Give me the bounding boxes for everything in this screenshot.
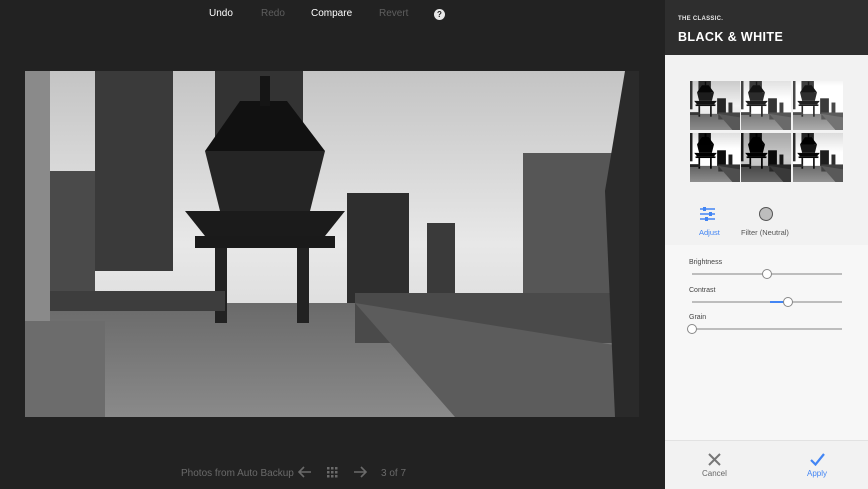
grain-slider[interactable] <box>687 324 842 334</box>
preset-thumbnail[interactable] <box>741 81 791 130</box>
preset-thumbnail[interactable] <box>741 133 791 182</box>
undo-button[interactable]: Undo <box>209 8 233 19</box>
preset-thumbnail[interactable] <box>793 81 843 130</box>
slider-thumb[interactable] <box>783 297 793 307</box>
preset-thumbnail[interactable] <box>793 133 843 182</box>
contrast-label: Contrast <box>689 287 716 294</box>
sliders-icon <box>700 207 715 221</box>
panel-kicker: THE CLASSIC. <box>678 16 724 22</box>
panel-footer: Cancel Apply <box>665 440 868 489</box>
close-icon <box>708 453 721 466</box>
photo-preview <box>25 71 639 417</box>
redo-button[interactable]: Redo <box>261 8 285 19</box>
photo-counter: 3 of 7 <box>381 468 407 479</box>
photo-navigation: Photos from Auto Backup 3 of 7 <box>0 464 665 484</box>
previous-arrow-icon[interactable] <box>297 466 312 481</box>
apply-label: Apply <box>807 469 828 478</box>
adjust-mode-button[interactable]: Adjust <box>699 207 720 237</box>
slider-thumb[interactable] <box>687 324 697 334</box>
check-icon <box>809 453 825 466</box>
cancel-button[interactable]: Cancel <box>702 453 727 478</box>
contrast-slider[interactable] <box>692 297 842 307</box>
editor-toolbar: Undo Redo Compare Revert ? <box>0 0 665 30</box>
compare-button[interactable]: Compare <box>311 8 352 19</box>
apply-button[interactable]: Apply <box>807 453 827 478</box>
slider-thumb[interactable] <box>762 269 772 279</box>
preset-thumbnails <box>690 81 843 182</box>
help-icon[interactable]: ? <box>434 9 445 20</box>
filter-circle-icon <box>759 207 773 221</box>
preset-thumbnail[interactable] <box>690 81 740 130</box>
grid-icon[interactable] <box>327 467 338 481</box>
album-name: Photos from Auto Backup <box>181 468 294 479</box>
photo-image <box>25 71 639 417</box>
cancel-label: Cancel <box>702 469 727 478</box>
next-arrow-icon[interactable] <box>353 466 368 481</box>
brightness-slider[interactable] <box>692 269 842 279</box>
filter-panel: THE CLASSIC. BLACK & WHITE Adjust Filter… <box>665 0 868 489</box>
adjustment-sliders: Brightness Contrast Grain <box>665 245 868 440</box>
adjust-label: Adjust <box>699 228 720 237</box>
filter-label: Filter (Neutral) <box>741 228 789 237</box>
revert-button[interactable]: Revert <box>379 8 408 19</box>
panel-title: BLACK & WHITE <box>678 30 784 44</box>
panel-header: THE CLASSIC. BLACK & WHITE <box>665 0 868 55</box>
brightness-label: Brightness <box>689 259 723 266</box>
photo-editor: Undo Redo Compare Revert ? Photos from A… <box>0 0 665 488</box>
preset-thumbnail[interactable] <box>690 133 740 182</box>
grain-label: Grain <box>689 314 707 321</box>
